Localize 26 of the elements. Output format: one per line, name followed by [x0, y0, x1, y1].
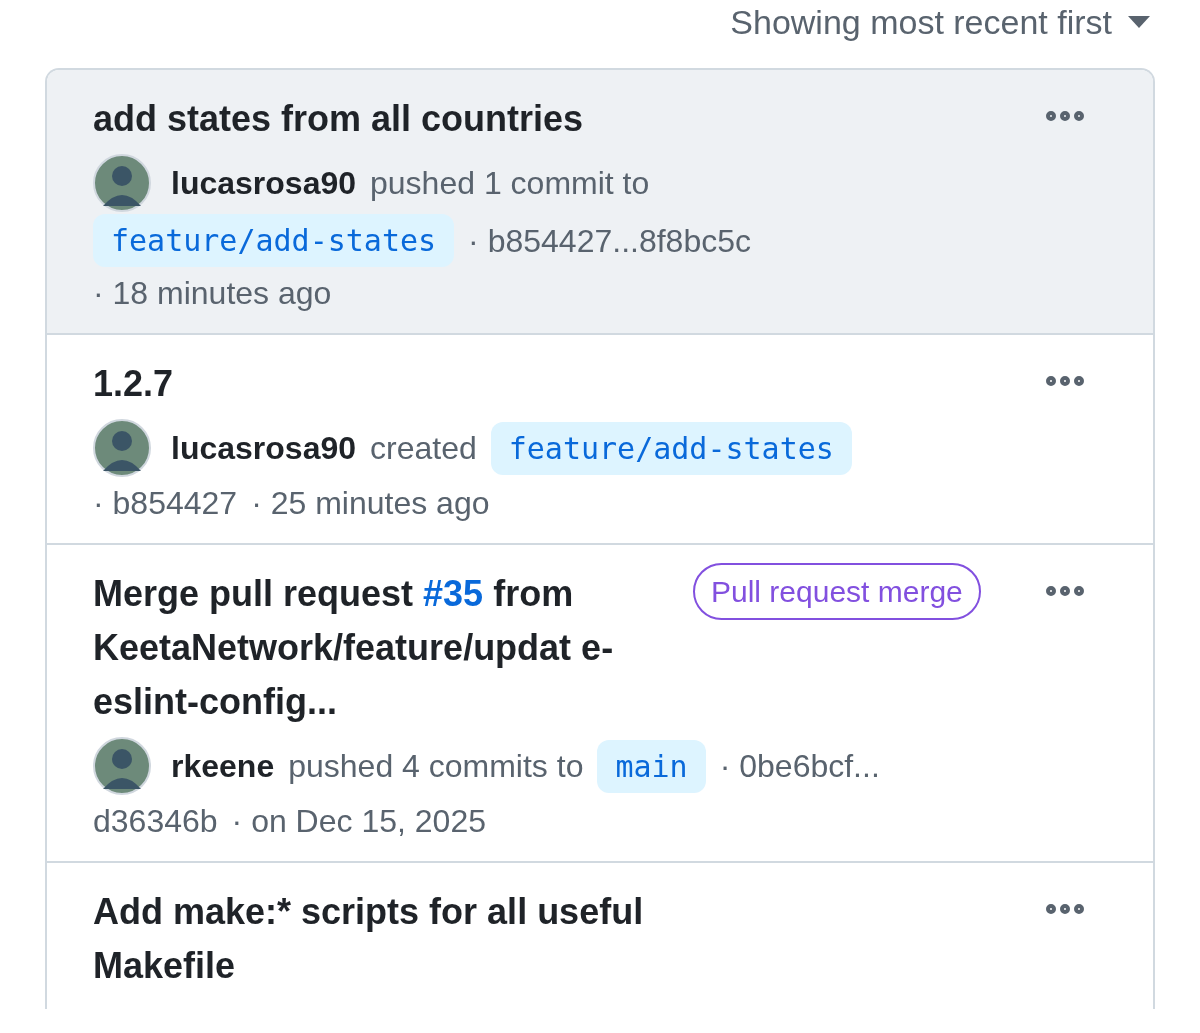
- event-meta-text: · 25 minutes ago: [251, 484, 490, 523]
- event-meta-text: · 18 minutes ago: [93, 274, 332, 313]
- event-meta-text: · b854427: [93, 484, 238, 523]
- event-meta-text: · on Dec 15, 2025: [231, 802, 486, 841]
- event-meta-text: pushed 4 commits to: [288, 747, 584, 786]
- username[interactable]: lucasrosa90: [171, 424, 356, 472]
- branch-label[interactable]: feature/add-states: [490, 421, 852, 475]
- username[interactable]: rkeene: [171, 742, 275, 790]
- event-meta-text: · b854427...8f8bc5c: [468, 221, 751, 261]
- sort-label[interactable]: Showing most recent first: [730, 0, 1112, 48]
- username[interactable]: lucasrosa90: [171, 159, 356, 207]
- branch-label[interactable]: main: [597, 739, 706, 793]
- event-meta-text: created: [370, 429, 477, 468]
- avatar: [93, 419, 151, 477]
- event-title[interactable]: Merge pull request #35 from KeetaNetwork/feature/updat e-eslint-config...: [93, 567, 653, 729]
- event-title[interactable]: add states from all countries: [93, 92, 653, 146]
- caret-icon[interactable]: [1128, 16, 1150, 28]
- avatar: [93, 154, 151, 212]
- event-title[interactable]: 1.2.7: [93, 357, 653, 411]
- avatar: [93, 737, 151, 795]
- event-title[interactable]: Add make:* scripts for all useful Makefile: [93, 885, 653, 993]
- event-badge: Pull request merge: [693, 563, 981, 620]
- event-meta-text: d36346b: [93, 802, 218, 841]
- event-meta-text: · 0be6bcf...: [719, 747, 880, 786]
- event-meta-text: pushed 1 commit to: [370, 164, 650, 203]
- branch-label[interactable]: feature/add-states: [93, 214, 455, 267]
